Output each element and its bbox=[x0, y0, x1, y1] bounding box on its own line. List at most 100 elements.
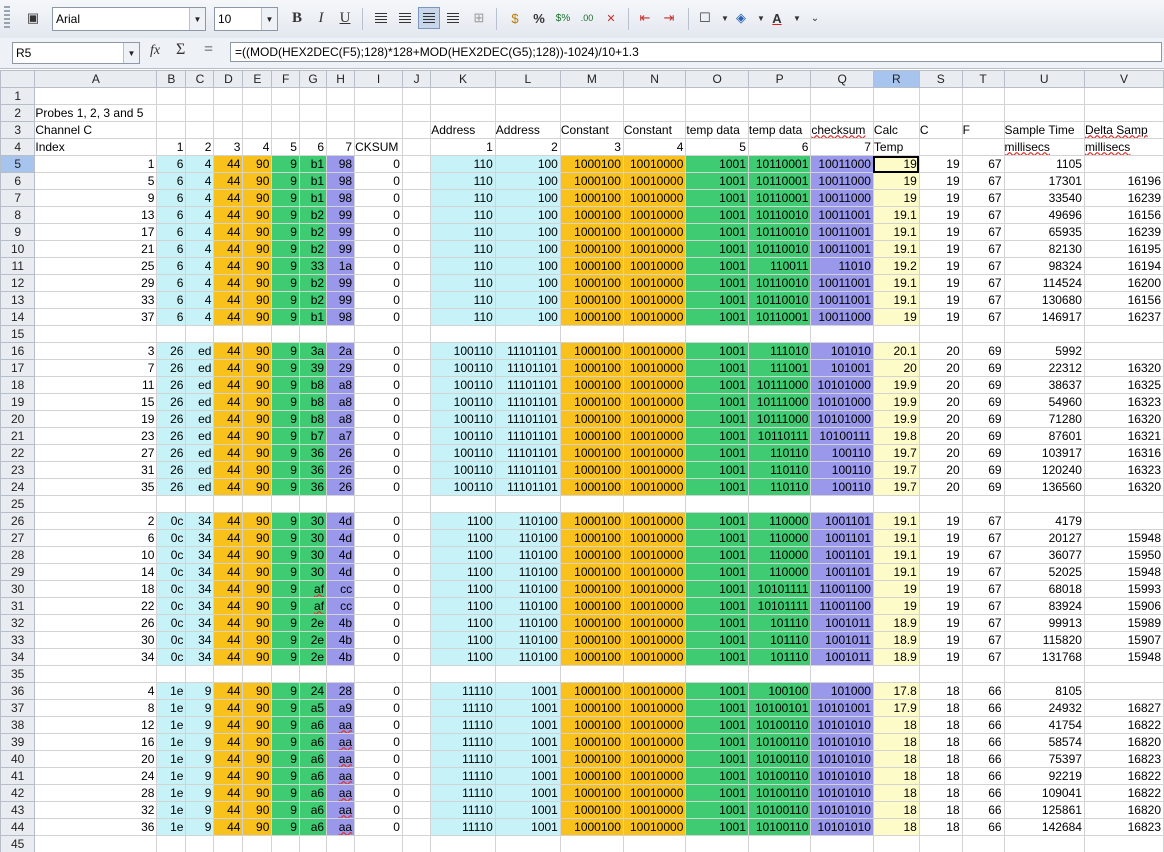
cell-o40[interactable]: 1001 bbox=[685, 750, 749, 768]
cell-g34[interactable]: 2e bbox=[298, 648, 328, 666]
cell-g43[interactable]: a6 bbox=[298, 801, 328, 819]
cell-d12[interactable]: 44 bbox=[213, 274, 244, 292]
background-color-icon[interactable]: ◈ bbox=[730, 7, 752, 29]
cell-s29[interactable]: 19 bbox=[918, 563, 963, 581]
cell-o32[interactable]: 1001 bbox=[685, 614, 749, 632]
cell-g15[interactable] bbox=[298, 325, 328, 343]
cell-l20[interactable]: 11101101 bbox=[494, 410, 561, 428]
cell-b14[interactable]: 6 bbox=[156, 308, 187, 326]
cell-o19[interactable]: 1001 bbox=[685, 393, 749, 411]
cell-t38[interactable]: 66 bbox=[961, 716, 1005, 734]
cell-r30[interactable]: 19 bbox=[872, 580, 920, 598]
cell-u20[interactable]: 71280 bbox=[1003, 410, 1085, 428]
cell-c43[interactable]: 9 bbox=[185, 801, 215, 819]
cell-l15[interactable] bbox=[494, 325, 561, 343]
cell-v19[interactable]: 16323 bbox=[1083, 393, 1164, 411]
cell-h45[interactable] bbox=[326, 835, 356, 852]
cell-t31[interactable]: 67 bbox=[961, 597, 1005, 615]
cell-h25[interactable] bbox=[326, 495, 356, 513]
cell-v7[interactable]: 16239 bbox=[1083, 189, 1164, 207]
cell-j20[interactable] bbox=[401, 410, 432, 428]
cell-m24[interactable]: 1000100 bbox=[559, 478, 624, 496]
cell-j27[interactable] bbox=[401, 529, 432, 547]
cell-f35[interactable] bbox=[271, 665, 300, 683]
cell-t4[interactable] bbox=[961, 138, 1005, 156]
cell-c24[interactable]: ed bbox=[185, 478, 215, 496]
column-header-a[interactable]: A bbox=[34, 70, 158, 88]
cell-b2[interactable] bbox=[156, 104, 187, 122]
cell-q23[interactable]: 100110 bbox=[810, 461, 874, 479]
cell-b19[interactable]: 26 bbox=[156, 393, 187, 411]
cell-q39[interactable]: 10101010 bbox=[810, 733, 874, 751]
cell-k10[interactable]: 110 bbox=[430, 240, 496, 258]
cell-c18[interactable]: ed bbox=[185, 376, 215, 394]
cell-b29[interactable]: 0c bbox=[156, 563, 187, 581]
cell-e36[interactable]: 90 bbox=[242, 682, 273, 700]
cell-i32[interactable]: 0 bbox=[354, 614, 403, 632]
cell-i43[interactable]: 0 bbox=[354, 801, 403, 819]
toolbar-options-icon[interactable]: ⌄ bbox=[804, 7, 826, 29]
cell-o6[interactable]: 1001 bbox=[685, 172, 749, 190]
cell-p39[interactable]: 10100110 bbox=[747, 733, 812, 751]
cell-i14[interactable]: 0 bbox=[354, 308, 403, 326]
cell-k32[interactable]: 1100 bbox=[430, 614, 496, 632]
cell-o41[interactable]: 1001 bbox=[685, 767, 749, 785]
cell-q36[interactable]: 101000 bbox=[810, 682, 874, 700]
cell-r14[interactable]: 19 bbox=[872, 308, 920, 326]
cell-o3[interactable]: temp data bbox=[685, 121, 749, 139]
cell-g16[interactable]: 3a bbox=[298, 342, 328, 360]
cell-v28[interactable]: 15950 bbox=[1083, 546, 1164, 564]
cell-b30[interactable]: 0c bbox=[156, 580, 187, 598]
cell-j25[interactable] bbox=[401, 495, 432, 513]
cell-l6[interactable]: 100 bbox=[494, 172, 561, 190]
cell-o39[interactable]: 1001 bbox=[685, 733, 749, 751]
cell-c33[interactable]: 34 bbox=[185, 631, 215, 649]
cell-r28[interactable]: 19.1 bbox=[872, 546, 920, 564]
cell-q33[interactable]: 1001011 bbox=[810, 631, 874, 649]
row-header[interactable]: 10 bbox=[0, 240, 36, 258]
cell-r35[interactable] bbox=[872, 665, 920, 683]
cell-r20[interactable]: 19.9 bbox=[872, 410, 920, 428]
cell-o31[interactable]: 1001 bbox=[685, 597, 749, 615]
cell-p5[interactable]: 10110001 bbox=[747, 155, 812, 173]
sum-icon[interactable]: Σ bbox=[176, 41, 185, 59]
cell-d17[interactable]: 44 bbox=[213, 359, 244, 377]
cell-f26[interactable]: 9 bbox=[271, 512, 300, 530]
cell-l26[interactable]: 110100 bbox=[494, 512, 561, 530]
cell-u14[interactable]: 146917 bbox=[1003, 308, 1085, 326]
cell-a3[interactable]: Channel C bbox=[34, 121, 158, 139]
function-equals-icon[interactable]: = bbox=[204, 41, 213, 59]
cell-e22[interactable]: 90 bbox=[242, 444, 273, 462]
cell-j29[interactable] bbox=[401, 563, 432, 581]
cell-n13[interactable]: 10010000 bbox=[622, 291, 687, 309]
cell-j24[interactable] bbox=[401, 478, 432, 496]
cell-k42[interactable]: 11110 bbox=[430, 784, 496, 802]
cell-r24[interactable]: 19.7 bbox=[872, 478, 920, 496]
cell-l28[interactable]: 110100 bbox=[494, 546, 561, 564]
cell-c17[interactable]: ed bbox=[185, 359, 215, 377]
cell-h9[interactable]: 99 bbox=[326, 223, 356, 241]
cell-n23[interactable]: 10010000 bbox=[622, 461, 687, 479]
cell-o21[interactable]: 1001 bbox=[685, 427, 749, 445]
cell-d31[interactable]: 44 bbox=[213, 597, 244, 615]
cell-q29[interactable]: 1001101 bbox=[810, 563, 874, 581]
cell-d33[interactable]: 44 bbox=[213, 631, 244, 649]
cell-s9[interactable]: 19 bbox=[918, 223, 963, 241]
cell-e41[interactable]: 90 bbox=[242, 767, 273, 785]
cell-p16[interactable]: 111010 bbox=[747, 342, 812, 360]
cell-h1[interactable] bbox=[326, 87, 356, 105]
cell-o5[interactable]: 1001 bbox=[685, 155, 749, 173]
cell-e44[interactable]: 90 bbox=[242, 818, 273, 836]
align-left-button[interactable] bbox=[370, 7, 392, 29]
cell-a37[interactable]: 8 bbox=[34, 699, 158, 717]
cell-k20[interactable]: 100110 bbox=[430, 410, 496, 428]
row-header[interactable]: 5 bbox=[0, 155, 36, 173]
cell-m13[interactable]: 1000100 bbox=[559, 291, 624, 309]
row-header[interactable]: 26 bbox=[0, 512, 36, 530]
cell-d34[interactable]: 44 bbox=[213, 648, 244, 666]
cell-g19[interactable]: b8 bbox=[298, 393, 328, 411]
cell-n20[interactable]: 10010000 bbox=[622, 410, 687, 428]
cell-e31[interactable]: 90 bbox=[242, 597, 273, 615]
cell-j5[interactable] bbox=[401, 155, 432, 173]
cell-l27[interactable]: 110100 bbox=[494, 529, 561, 547]
